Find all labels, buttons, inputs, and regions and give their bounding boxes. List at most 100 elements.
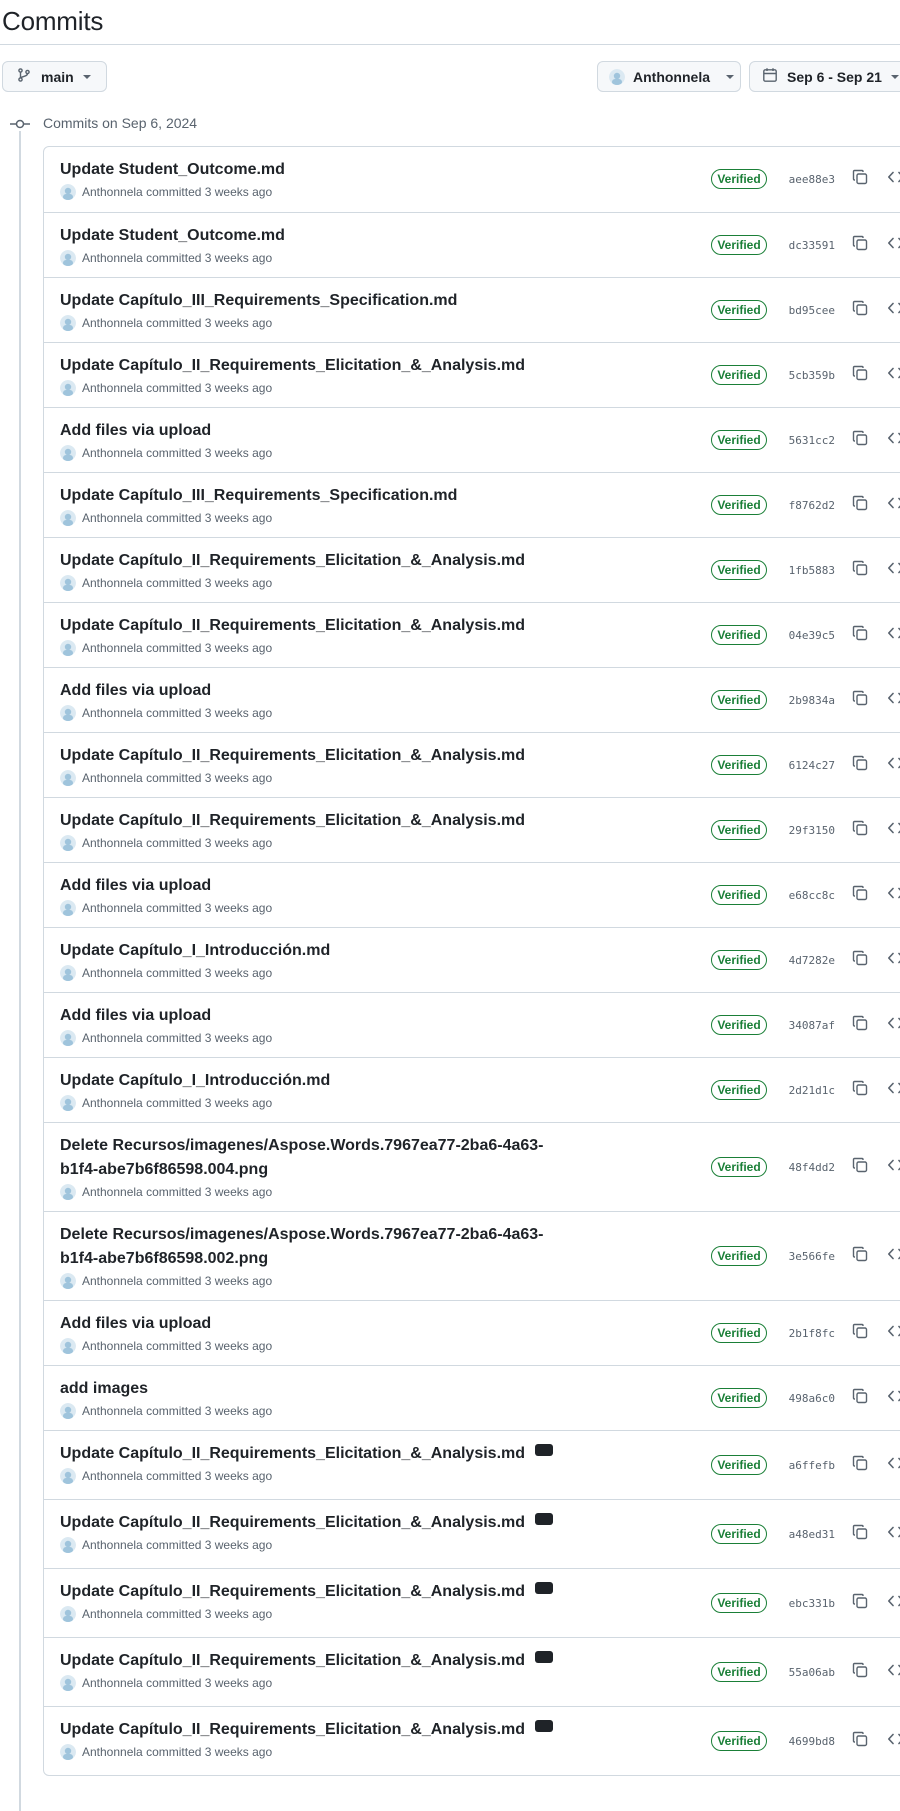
commit-message[interactable]: Update Capítulo_II_Requirements_Elicitat… [60,1445,525,1462]
commit-author-link[interactable]: Anthonnela [82,511,143,525]
copy-sha-button[interactable] [850,560,870,580]
commit-sha-link[interactable]: 1fb5883 [789,564,835,577]
commit-message[interactable]: Add files via upload [60,422,211,439]
avatar[interactable] [60,1675,76,1691]
commit-message[interactable]: Update Capítulo_III_Requirements_Specifi… [60,487,457,504]
commit-message[interactable]: Update Student_Outcome.md [60,161,285,178]
copy-sha-button[interactable] [850,1388,870,1408]
commit-sha-link[interactable]: 04e39c5 [789,629,835,642]
verified-badge[interactable]: Verified [711,1731,767,1751]
avatar[interactable] [60,1606,76,1622]
commit-message[interactable]: Update Capítulo_II_Requirements_Elicitat… [60,1652,525,1669]
browse-repository-button[interactable] [885,1015,900,1035]
commit-message-link[interactable]: Update Capítulo_I_Introducción.md [60,1069,580,1093]
browse-repository-button[interactable] [885,755,900,775]
copy-sha-button[interactable] [850,1323,870,1343]
avatar[interactable] [60,575,76,591]
commit-author-link[interactable]: Anthonnela [82,1339,143,1353]
commit-message[interactable]: Update Capítulo_II_Requirements_Elicitat… [60,1583,525,1600]
commit-message[interactable]: Update Capítulo_III_Requirements_Specifi… [60,292,457,309]
verified-badge[interactable]: Verified [711,235,767,255]
commit-sha-link[interactable]: 2b9834a [789,694,835,707]
commit-author-link[interactable]: Anthonnela [82,836,143,850]
commit-message-link[interactable]: Update Capítulo_II_Requirements_Elicitat… [60,549,580,573]
commit-sha-link[interactable]: 29f3150 [789,824,835,837]
verified-badge[interactable]: Verified [711,430,767,450]
commit-message[interactable]: Update Capítulo_II_Requirements_Elicitat… [60,357,525,374]
commit-message[interactable]: add images [60,1380,148,1397]
commit-author-link[interactable]: Anthonnela [82,1607,143,1621]
expand-message-button[interactable] [535,1581,554,1594]
commit-message[interactable]: Update Capítulo_II_Requirements_Elicitat… [60,617,525,634]
verified-badge[interactable]: Verified [711,1593,767,1613]
browse-repository-button[interactable] [885,560,900,580]
copy-sha-button[interactable] [850,1015,870,1035]
expand-message-button[interactable] [535,1650,554,1663]
commit-sha-link[interactable]: 48f4dd2 [789,1161,835,1174]
commit-message-link[interactable]: Update Student_Outcome.md [60,158,580,182]
verified-badge[interactable]: Verified [711,1157,767,1177]
verified-badge[interactable]: Verified [711,820,767,840]
commit-sha-link[interactable]: a6ffefb [789,1459,835,1472]
commit-message-link[interactable]: Update Capítulo_III_Requirements_Specifi… [60,289,580,313]
avatar[interactable] [60,184,76,200]
browse-repository-button[interactable] [885,1388,900,1408]
commit-message-link[interactable]: Update Capítulo_III_Requirements_Specifi… [60,484,580,508]
commit-message-link[interactable]: Update Student_Outcome.md [60,224,580,248]
browse-repository-button[interactable] [885,885,900,905]
date-range-button[interactable]: Sep 6 - Sep 21 [749,61,900,92]
browse-repository-button[interactable] [885,235,900,255]
commit-message-link[interactable]: Add files via upload [60,1004,580,1028]
browse-repository-button[interactable] [885,169,900,189]
expand-message-button[interactable] [535,1512,554,1525]
commit-sha-link[interactable]: 5cb359b [789,369,835,382]
verified-badge[interactable]: Verified [711,950,767,970]
commit-sha-link[interactable]: bd95cee [789,304,835,317]
commit-message-link[interactable]: Update Capítulo_II_Requirements_Elicitat… [60,1649,580,1673]
copy-sha-button[interactable] [850,690,870,710]
avatar[interactable] [60,1403,76,1419]
commit-sha-link[interactable]: 5631cc2 [789,434,835,447]
browse-repository-button[interactable] [885,1080,900,1100]
browse-repository-button[interactable] [885,430,900,450]
commit-message[interactable]: Update Capítulo_II_Requirements_Elicitat… [60,1721,525,1738]
copy-sha-button[interactable] [850,365,870,385]
commit-author-link[interactable]: Anthonnela [82,1404,143,1418]
copy-sha-button[interactable] [850,1731,870,1751]
browse-repository-button[interactable] [885,365,900,385]
commit-sha-link[interactable]: 34087af [789,1019,835,1032]
copy-sha-button[interactable] [850,1157,870,1177]
commit-message[interactable]: Update Capítulo_I_Introducción.md [60,1072,330,1089]
expand-message-button[interactable] [535,1443,554,1456]
commit-author-link[interactable]: Anthonnela [82,771,143,785]
avatar[interactable] [60,510,76,526]
browse-repository-button[interactable] [885,820,900,840]
avatar[interactable] [60,1468,76,1484]
commit-sha-link[interactable]: 55a06ab [789,1666,835,1679]
avatar[interactable] [60,1095,76,1111]
commit-message-link[interactable]: Update Capítulo_II_Requirements_Elicitat… [60,1442,580,1466]
verified-badge[interactable]: Verified [711,1388,767,1408]
verified-badge[interactable]: Verified [711,755,767,775]
avatar[interactable] [60,900,76,916]
verified-badge[interactable]: Verified [711,1015,767,1035]
copy-sha-button[interactable] [850,495,870,515]
commit-author-link[interactable]: Anthonnela [82,966,143,980]
avatar[interactable] [60,965,76,981]
copy-sha-button[interactable] [850,1246,870,1266]
commit-message[interactable]: Update Capítulo_II_Requirements_Elicitat… [60,552,525,569]
verified-badge[interactable]: Verified [711,885,767,905]
avatar[interactable] [60,1744,76,1760]
commit-message-link[interactable]: Update Capítulo_II_Requirements_Elicitat… [60,809,580,833]
verified-badge[interactable]: Verified [711,625,767,645]
browse-repository-button[interactable] [885,1157,900,1177]
copy-sha-button[interactable] [850,885,870,905]
copy-sha-button[interactable] [850,300,870,320]
commit-message-link[interactable]: Update Capítulo_II_Requirements_Elicitat… [60,1580,580,1604]
commit-author-link[interactable]: Anthonnela [82,446,143,460]
commit-author-link[interactable]: Anthonnela [82,316,143,330]
avatar[interactable] [60,315,76,331]
commit-sha-link[interactable]: 4699bd8 [789,1735,835,1748]
commit-sha-link[interactable]: a48ed31 [789,1528,835,1541]
commit-message-link[interactable]: Add files via upload [60,679,580,703]
